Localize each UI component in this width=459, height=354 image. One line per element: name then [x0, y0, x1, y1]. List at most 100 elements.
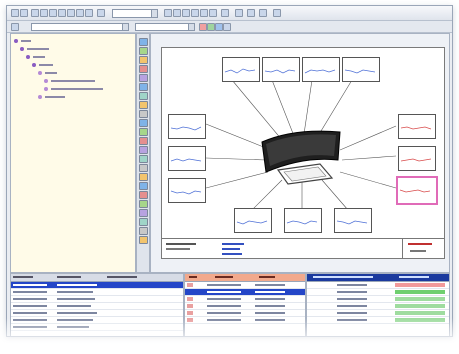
run-icon[interactable]	[97, 9, 105, 17]
zoom-in-icon[interactable]	[164, 9, 172, 17]
trend-chart[interactable]	[334, 208, 372, 233]
tree-item[interactable]	[44, 78, 96, 85]
tool-icon[interactable]	[139, 200, 148, 208]
trend-chart[interactable]	[284, 208, 322, 233]
table-row[interactable]	[11, 282, 183, 289]
tool-icon[interactable]	[139, 182, 148, 190]
tool-icon[interactable]	[139, 164, 148, 172]
grid-header	[185, 274, 305, 282]
tool-icon[interactable]	[139, 110, 148, 118]
tool-icon[interactable]	[139, 83, 148, 91]
table-row[interactable]	[307, 296, 449, 303]
tool-icon[interactable]	[139, 146, 148, 154]
table-row[interactable]	[11, 289, 183, 296]
tree-item[interactable]	[38, 94, 66, 101]
project-tree	[10, 33, 136, 273]
tool-icon[interactable]	[139, 137, 148, 145]
item-icon	[44, 87, 48, 91]
trend-chart[interactable]	[168, 178, 206, 203]
trend-chart[interactable]	[262, 57, 300, 82]
tool-icon[interactable]	[139, 209, 148, 217]
tool-icon[interactable]	[139, 38, 148, 46]
tool-icon[interactable]	[139, 173, 148, 181]
settings-icon[interactable]	[223, 23, 231, 31]
link-icon[interactable]	[235, 9, 243, 17]
item-icon	[44, 79, 48, 83]
new-icon[interactable]	[11, 9, 19, 17]
pointer-icon[interactable]	[221, 9, 229, 17]
view-select[interactable]	[135, 23, 195, 31]
help-icon[interactable]	[273, 9, 281, 17]
cut-icon[interactable]	[49, 9, 57, 17]
fit-icon[interactable]	[182, 9, 190, 17]
selected-trend-chart[interactable]	[396, 176, 438, 205]
trend-chart[interactable]	[398, 146, 436, 171]
tool-icon[interactable]	[139, 191, 148, 199]
tool-icon[interactable]	[139, 227, 148, 235]
title-block	[162, 238, 444, 259]
refresh-icon[interactable]	[215, 23, 223, 31]
reflection-fade	[0, 318, 459, 354]
trend-chart[interactable]	[302, 57, 340, 82]
print-icon[interactable]	[40, 9, 48, 17]
chart-icon[interactable]	[259, 9, 267, 17]
table-row[interactable]	[185, 296, 305, 303]
tree-item[interactable]	[38, 70, 58, 77]
tool-icon[interactable]	[139, 128, 148, 136]
undo-icon[interactable]	[76, 9, 84, 17]
tool-icon[interactable]	[139, 236, 148, 244]
node-icon	[26, 55, 30, 59]
copy-icon[interactable]	[58, 9, 66, 17]
paste-icon[interactable]	[67, 9, 75, 17]
trend-chart[interactable]	[342, 57, 380, 82]
trend-chart[interactable]	[398, 114, 436, 139]
tool-icon[interactable]	[139, 74, 148, 82]
layout-icon[interactable]	[209, 9, 217, 17]
table-row[interactable]	[185, 289, 305, 296]
table-row[interactable]	[11, 310, 183, 317]
tree-item[interactable]	[14, 38, 32, 45]
trend-chart[interactable]	[168, 146, 206, 171]
table-row[interactable]	[307, 303, 449, 310]
item-icon	[38, 95, 42, 99]
tree-item[interactable]	[26, 54, 46, 61]
item-icon	[38, 71, 42, 75]
tool-icon[interactable]	[139, 119, 148, 127]
align-icon[interactable]	[200, 9, 208, 17]
tool-icon[interactable]	[139, 65, 148, 73]
tool-icon[interactable]	[139, 218, 148, 226]
table-row[interactable]	[307, 310, 449, 317]
table-row[interactable]	[11, 296, 183, 303]
table-row[interactable]	[307, 289, 449, 296]
tree-item[interactable]	[44, 86, 104, 93]
table-row[interactable]	[11, 303, 183, 310]
tool-icon[interactable]	[139, 92, 148, 100]
save-icon[interactable]	[31, 9, 39, 17]
zoom-out-icon[interactable]	[173, 9, 181, 17]
trend-chart[interactable]	[234, 208, 272, 233]
open-icon[interactable]	[20, 9, 28, 17]
grid-icon[interactable]	[191, 9, 199, 17]
project-select[interactable]	[31, 23, 129, 31]
tool-icon[interactable]	[139, 47, 148, 55]
trend-chart[interactable]	[222, 57, 260, 82]
table-row[interactable]	[307, 282, 449, 289]
table-row[interactable]	[185, 310, 305, 317]
table-row[interactable]	[185, 303, 305, 310]
tree-item[interactable]	[32, 62, 54, 69]
table-row[interactable]	[185, 282, 305, 289]
tree-item[interactable]	[20, 46, 50, 53]
stop-icon[interactable]	[199, 23, 207, 31]
tool-icon[interactable]	[139, 101, 148, 109]
table-icon[interactable]	[247, 9, 255, 17]
grid-header	[307, 274, 449, 282]
diagram-canvas[interactable]	[150, 33, 450, 273]
tool-icon[interactable]	[139, 155, 148, 163]
mode-select[interactable]	[112, 9, 158, 18]
filter-icon[interactable]	[11, 23, 19, 31]
trend-chart[interactable]	[168, 114, 206, 139]
redo-icon[interactable]	[85, 9, 93, 17]
tool-icon[interactable]	[139, 56, 148, 64]
chevron-down-icon	[151, 10, 157, 17]
play-icon[interactable]	[207, 23, 215, 31]
